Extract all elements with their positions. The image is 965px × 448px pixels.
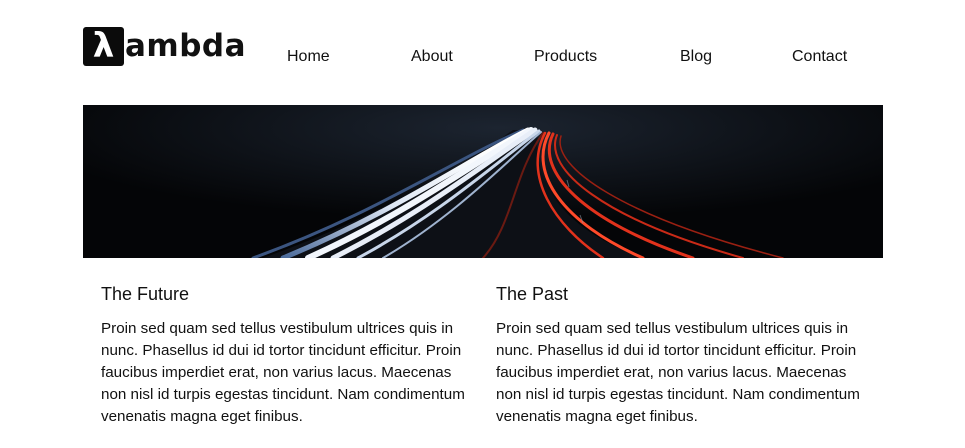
nav-link-blog[interactable]: Blog xyxy=(680,47,712,67)
lambda-logo-mark: λ xyxy=(83,26,124,66)
highway-light-trails-image xyxy=(83,105,883,258)
column-title: The Past xyxy=(496,284,569,304)
nav-link-products[interactable]: Products xyxy=(534,47,597,67)
column-the-future: The Future Proin sed quam sed tellus ves… xyxy=(101,282,471,428)
nav-link-about[interactable]: About xyxy=(411,47,453,67)
hero-image xyxy=(83,105,883,258)
column-body: Proin sed quam sed tellus vestibulum ult… xyxy=(101,320,465,425)
nav-link-contact[interactable]: Contact xyxy=(792,47,847,67)
site-header: λ ambda Home About Products Blog Contact xyxy=(0,0,965,100)
nav-link-home[interactable]: Home xyxy=(287,47,330,67)
column-title: The Future xyxy=(101,284,190,304)
lambda-logo-text: ambda xyxy=(125,27,247,64)
lambda-logo[interactable]: λ ambda xyxy=(83,26,246,66)
column-body: Proin sed quam sed tellus vestibulum ult… xyxy=(496,320,860,425)
column-the-past: The Past Proin sed quam sed tellus vesti… xyxy=(496,282,866,428)
